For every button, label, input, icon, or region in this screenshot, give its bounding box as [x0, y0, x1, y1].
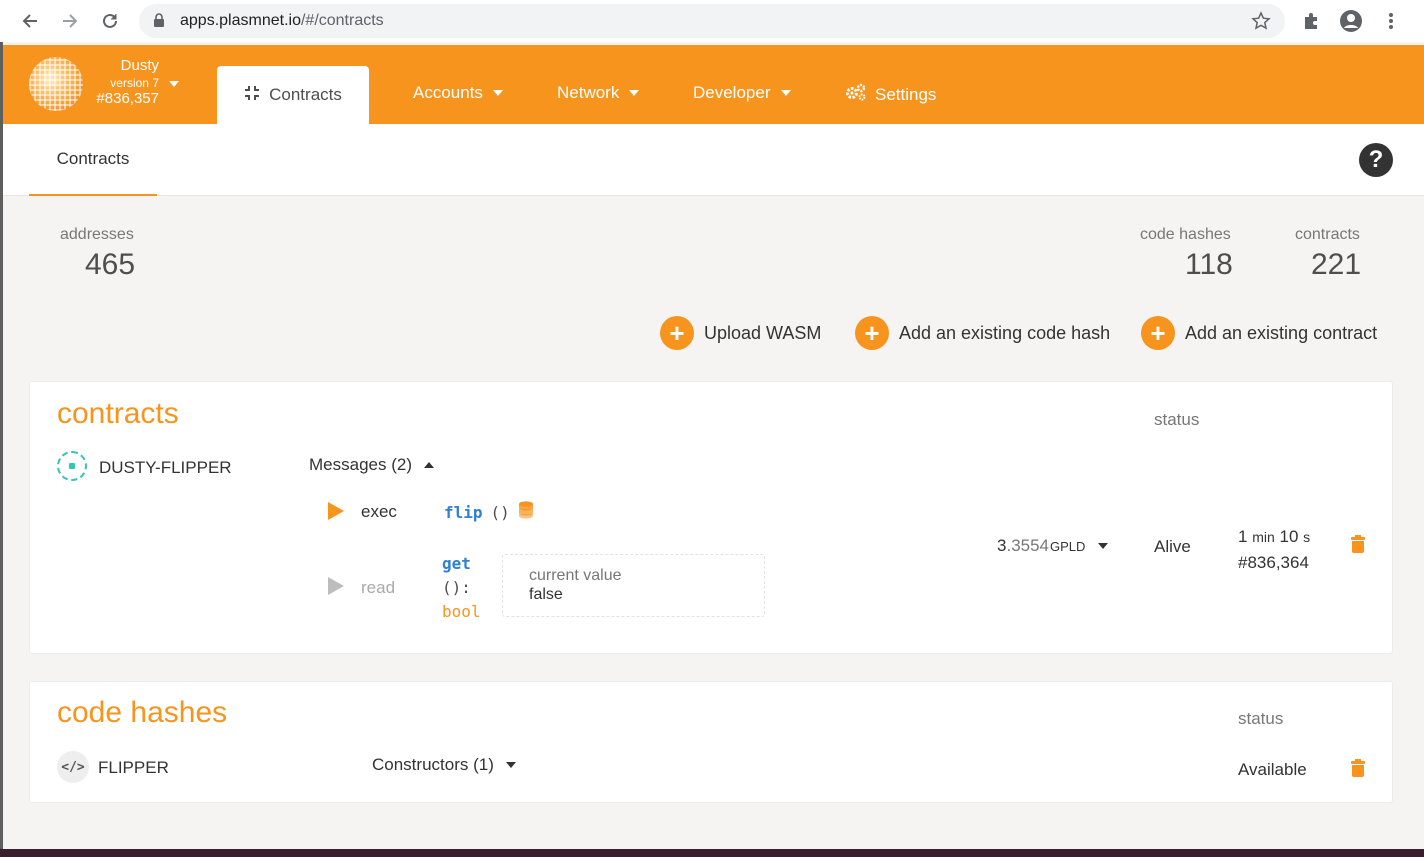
code-icon: </> [57, 751, 89, 783]
url-text: apps.plasmnet.io/#/contracts [180, 12, 384, 29]
contracts-compress-icon [244, 85, 260, 106]
menu-developer[interactable]: Developer [693, 83, 791, 103]
back-arrow-icon[interactable] [18, 9, 42, 33]
exec-function-name: flip [444, 502, 483, 522]
menu-settings[interactable]: Settings [845, 83, 936, 106]
database-icon [518, 501, 534, 523]
code-status-header: status [1238, 709, 1284, 728]
read-return-type: bool [442, 602, 481, 621]
subtab-contracts[interactable]: Contracts [29, 124, 157, 196]
chevron-down-icon [780, 90, 791, 96]
chevron-down-icon [492, 90, 503, 96]
browser-toolbar: apps.plasmnet.io/#/contracts [0, 0, 1424, 42]
bookmark-star-icon[interactable] [1251, 11, 1271, 36]
read-play-icon[interactable] [328, 577, 344, 595]
add-code-hash-label: Add an existing code hash [899, 322, 1111, 343]
upload-wasm-button[interactable]: + Upload WASM [660, 316, 821, 350]
gears-icon [845, 83, 867, 106]
read-signature: get (): bool [442, 552, 481, 624]
trash-icon[interactable] [1351, 535, 1365, 553]
plus-icon: + [855, 316, 889, 350]
menu-accounts[interactable]: Accounts [413, 83, 503, 103]
extensions-puzzle-icon[interactable] [1299, 9, 1323, 33]
age-seconds: 10 [1279, 527, 1299, 546]
trash-icon[interactable] [1351, 759, 1365, 777]
menu-developer-label: Developer [693, 83, 771, 102]
age-minutes-unit: min [1252, 529, 1275, 545]
chain-logo-icon[interactable] [29, 57, 83, 111]
app-header: Dusty version 7 #836,357 Contracts Accou… [3, 45, 1424, 124]
add-contract-button[interactable]: + Add an existing contract [1141, 316, 1377, 350]
current-value-box: current value false [502, 554, 765, 617]
chevron-down-icon[interactable] [169, 81, 179, 87]
profile-avatar-icon[interactable] [1339, 9, 1363, 33]
chevron-up-icon [423, 462, 434, 468]
forward-arrow-icon[interactable] [58, 9, 82, 33]
balance-decimal: .3554 [1006, 536, 1050, 555]
exec-function-args: () [490, 502, 510, 522]
contracts-card-title: contracts [57, 397, 179, 430]
code-status: Available [1238, 760, 1307, 779]
exec-play-icon[interactable] [328, 502, 344, 520]
contract-status: Alive [1154, 537, 1191, 556]
age-seconds-unit: s [1303, 529, 1311, 545]
contract-identicon-icon[interactable] [57, 451, 87, 481]
status-header: status [1154, 410, 1200, 429]
exec-signature: flip () [444, 501, 534, 523]
read-function-name: get [442, 554, 471, 573]
messages-label: Messages (2) [309, 455, 412, 474]
browser-menu-icon[interactable] [1379, 9, 1403, 33]
address-bar[interactable]: apps.plasmnet.io/#/contracts [139, 4, 1285, 38]
tab-contracts-label: Contracts [269, 85, 342, 104]
contracts-count-label: contracts [1295, 226, 1360, 243]
read-function-args: (): [442, 578, 471, 597]
chain-version: version 7 [110, 76, 159, 90]
chevron-down-icon [629, 90, 640, 96]
chain-block-number: #836,357 [96, 90, 159, 107]
contract-age: 1 min 10 s #836,364 [1238, 524, 1310, 575]
constructors-label: Constructors (1) [372, 755, 494, 774]
constructors-toggle[interactable]: Constructors (1) [372, 755, 516, 775]
balance-unit: GPLD [1050, 539, 1086, 554]
help-icon[interactable]: ? [1359, 143, 1393, 177]
contracts-card: contracts status DUSTY-FLIPPER Messages … [29, 381, 1393, 654]
menu-network[interactable]: Network [557, 83, 640, 103]
window-bottom-edge [0, 849, 1424, 857]
addresses-label: addresses [60, 226, 134, 243]
add-contract-label: Add an existing contract [1185, 322, 1378, 343]
code-hashes-card-title: code hashes [57, 696, 228, 729]
addresses-value: 465 [85, 248, 136, 281]
reload-icon[interactable] [98, 9, 122, 33]
code-name[interactable]: FLIPPER [98, 758, 169, 778]
chain-selector[interactable]: Dusty version 7 #836,357 [89, 57, 159, 107]
contract-balance[interactable]: 3.3554GPLD [997, 536, 1109, 556]
menu-accounts-label: Accounts [413, 83, 483, 102]
chevron-down-icon [505, 762, 516, 768]
age-minutes: 1 [1238, 527, 1248, 546]
add-code-hash-button[interactable]: + Add an existing code hash [855, 316, 1110, 350]
current-value: false [529, 586, 563, 603]
plus-icon: + [1141, 316, 1175, 350]
current-value-label: current value [529, 567, 622, 584]
messages-toggle[interactable]: Messages (2) [309, 455, 434, 475]
exec-label: exec [361, 502, 397, 521]
contracts-count-value: 221 [1311, 248, 1362, 281]
code-hashes-label: code hashes [1140, 226, 1231, 243]
contract-name[interactable]: DUSTY-FLIPPER [99, 458, 232, 478]
tab-contracts[interactable]: Contracts [217, 66, 369, 124]
code-hashes-value: 118 [1185, 248, 1233, 281]
chevron-down-icon [1098, 543, 1109, 549]
upload-wasm-label: Upload WASM [704, 322, 822, 343]
contract-block: #836,364 [1238, 553, 1309, 572]
plus-icon: + [660, 316, 694, 350]
sub-navigation: Contracts ? [3, 124, 1424, 196]
menu-network-label: Network [557, 83, 620, 102]
code-hashes-card: code hashes status </> FLIPPER Construct… [29, 681, 1393, 803]
read-label: read [361, 578, 396, 597]
chain-name: Dusty [120, 57, 159, 74]
menu-settings-label: Settings [875, 84, 937, 104]
lock-icon [153, 13, 165, 33]
